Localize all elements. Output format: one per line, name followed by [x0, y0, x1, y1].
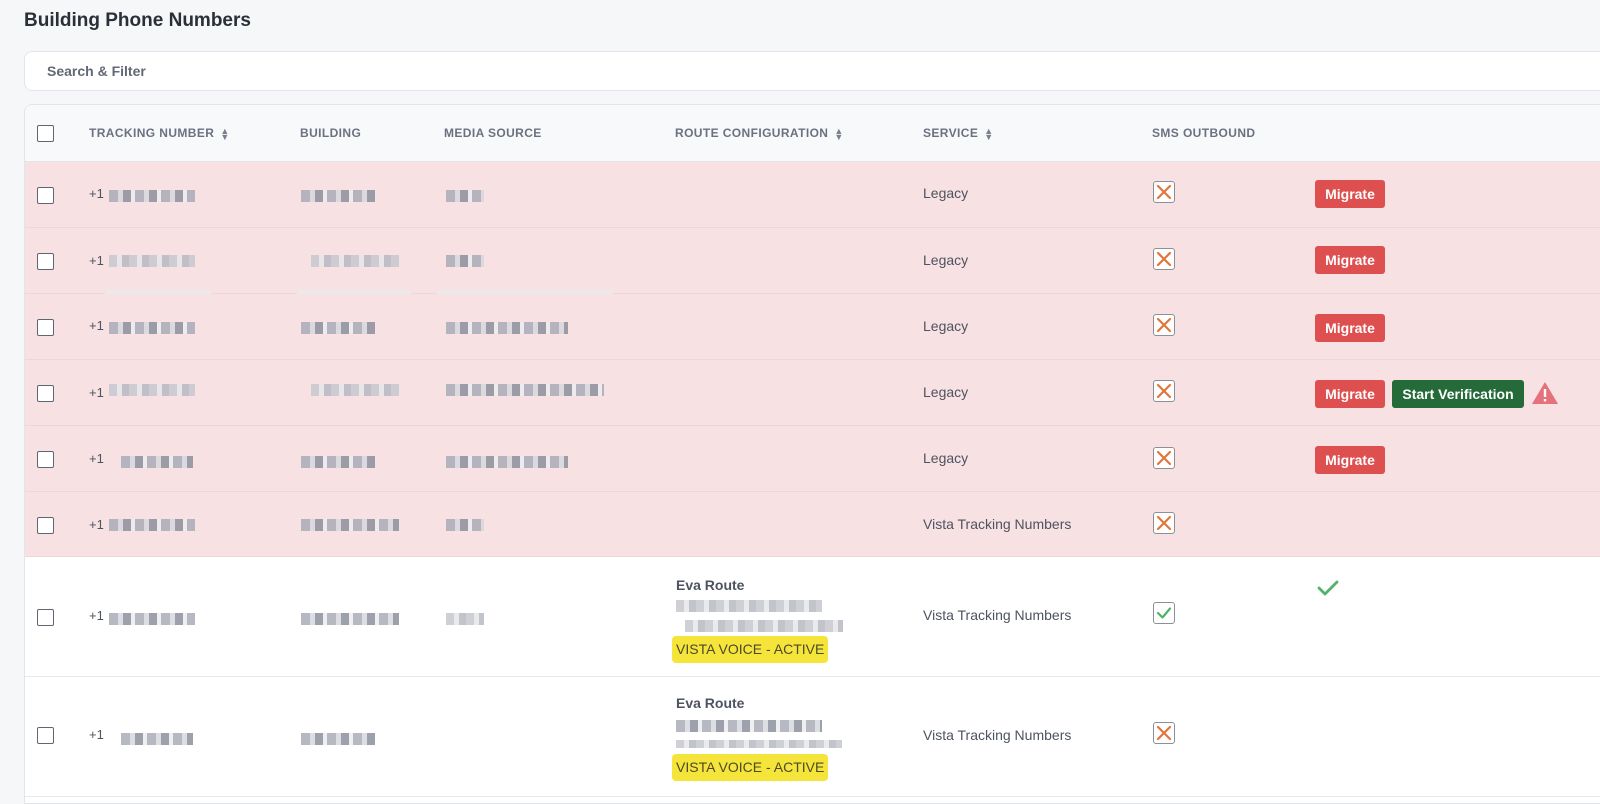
migrate-button[interactable]: Migrate	[1315, 380, 1385, 408]
page-title: Building Phone Numbers	[24, 10, 251, 31]
service-value: Legacy	[923, 384, 969, 400]
col-sms-outbound: SMS OUTBOUND	[1152, 126, 1256, 140]
service-value: Legacy	[923, 185, 969, 201]
row-checkbox[interactable]	[37, 517, 54, 534]
warning-icon	[1532, 382, 1558, 404]
redacted-building	[311, 384, 399, 396]
check-icon	[1317, 580, 1339, 596]
redacted-media-source	[446, 519, 484, 531]
col-media-source: MEDIA SOURCE	[444, 126, 542, 140]
service-value: Legacy	[923, 450, 969, 466]
table-row: +1 Legacy Migrate	[25, 294, 1600, 360]
route-name: Eva Route	[676, 695, 745, 711]
redacted-media-source	[446, 384, 604, 396]
sms-disabled-icon	[1153, 314, 1175, 336]
redacted-media-source	[446, 255, 484, 267]
col-building: BUILDING	[300, 126, 362, 140]
row-checkbox[interactable]	[37, 451, 54, 468]
tracking-number-prefix: +1	[89, 608, 104, 623]
redacted-tracking-number	[109, 384, 195, 396]
tracking-number-prefix: +1	[89, 253, 104, 268]
migrate-button[interactable]: Migrate	[1315, 446, 1385, 474]
redacted-route-detail	[676, 740, 842, 748]
redacted-building	[301, 322, 375, 334]
table-row: +1 Legacy Migrate Start Verification	[25, 360, 1600, 426]
tracking-number-prefix: +1	[89, 186, 104, 201]
service-value: Legacy	[923, 252, 969, 268]
sms-enabled-icon	[1153, 602, 1175, 624]
redacted-media-source	[446, 456, 568, 468]
redacted-tracking-number	[109, 322, 195, 334]
service-value: Vista Tracking Numbers	[923, 607, 1072, 623]
redacted-route-detail	[676, 600, 822, 612]
row-checkbox[interactable]	[37, 385, 54, 402]
sms-disabled-icon	[1153, 447, 1175, 469]
tracking-number-prefix: +1	[89, 318, 104, 333]
col-tracking-number[interactable]: TRACKING NUMBER ▲ ▼	[89, 125, 230, 142]
tracking-number-prefix: +1	[89, 451, 104, 466]
redacted-building	[301, 456, 375, 468]
search-filter-bar[interactable]: Search & Filter	[24, 51, 1600, 91]
redacted-tracking-number	[109, 255, 195, 267]
redacted-media-source	[446, 613, 484, 625]
redacted-building	[301, 190, 375, 202]
row-checkbox[interactable]	[37, 609, 54, 626]
tracking-number-prefix: +1	[89, 517, 104, 532]
service-value: Vista Tracking Numbers	[923, 516, 1072, 532]
status-badge: VISTA VOICE - ACTIVE	[672, 636, 829, 663]
sms-disabled-icon	[1153, 248, 1175, 270]
redacted-media-source	[446, 190, 484, 202]
redacted-building	[301, 613, 399, 625]
phone-numbers-table: TRACKING NUMBER ▲ ▼ BUILDING MEDIA SOURCE …	[24, 104, 1600, 804]
redacted-tracking-number	[109, 190, 195, 202]
table-row: +1 Legacy Migrate	[25, 162, 1600, 228]
table-header: TRACKING NUMBER ▲ ▼ BUILDING MEDIA SOURCE …	[25, 105, 1600, 162]
sort-icon: ▲ ▼	[984, 125, 994, 142]
tracking-number-prefix: +1	[89, 727, 104, 742]
redacted-tracking-number	[121, 456, 193, 468]
row-checkbox[interactable]	[37, 319, 54, 336]
route-name: Eva Route	[676, 577, 745, 593]
sort-icon: ▲ ▼	[220, 125, 230, 142]
migrate-button[interactable]: Migrate	[1315, 180, 1385, 208]
redacted-route-detail	[685, 620, 843, 632]
sms-disabled-icon	[1153, 722, 1175, 744]
sms-disabled-icon	[1153, 380, 1175, 402]
table-row: +1 Eva Route VISTA VOICE - ACTIVE Vista …	[25, 557, 1600, 677]
redacted-media-source	[446, 322, 568, 334]
row-checkbox[interactable]	[37, 727, 54, 744]
tracking-number-prefix: +1	[89, 385, 104, 400]
sort-icon: ▲ ▼	[834, 125, 844, 142]
table-row: +1 Eva Route VISTA VOICE - ACTIVE Vista …	[25, 677, 1600, 797]
col-route-configuration[interactable]: ROUTE CONFIGURATION ▲ ▼	[675, 125, 844, 142]
sms-disabled-icon	[1153, 181, 1175, 203]
row-checkbox[interactable]	[37, 187, 54, 204]
service-value: Legacy	[923, 318, 969, 334]
select-all-checkbox[interactable]	[37, 125, 54, 142]
migrate-button[interactable]: Migrate	[1315, 246, 1385, 274]
redacted-building	[311, 255, 399, 267]
col-service[interactable]: SERVICE ▲ ▼	[923, 125, 994, 142]
search-filter-label: Search & Filter	[47, 63, 146, 79]
redacted-tracking-number	[109, 613, 195, 625]
table-row: +1 Legacy Migrate	[25, 426, 1600, 492]
redacted-route-detail	[676, 720, 822, 732]
table-row: +1 Legacy Migrate	[25, 228, 1600, 298]
status-badge: VISTA VOICE - ACTIVE	[672, 754, 829, 781]
row-checkbox[interactable]	[37, 253, 54, 270]
redacted-building	[301, 519, 399, 531]
redacted-tracking-number	[109, 519, 195, 531]
redacted-building	[301, 733, 375, 745]
migrate-button[interactable]: Migrate	[1315, 314, 1385, 342]
redacted-tracking-number	[121, 733, 193, 745]
service-value: Vista Tracking Numbers	[923, 727, 1072, 743]
start-verification-button[interactable]: Start Verification	[1392, 380, 1524, 408]
table-row: +1 Vista Tracking Numbers	[25, 492, 1600, 557]
sms-disabled-icon	[1153, 512, 1175, 534]
